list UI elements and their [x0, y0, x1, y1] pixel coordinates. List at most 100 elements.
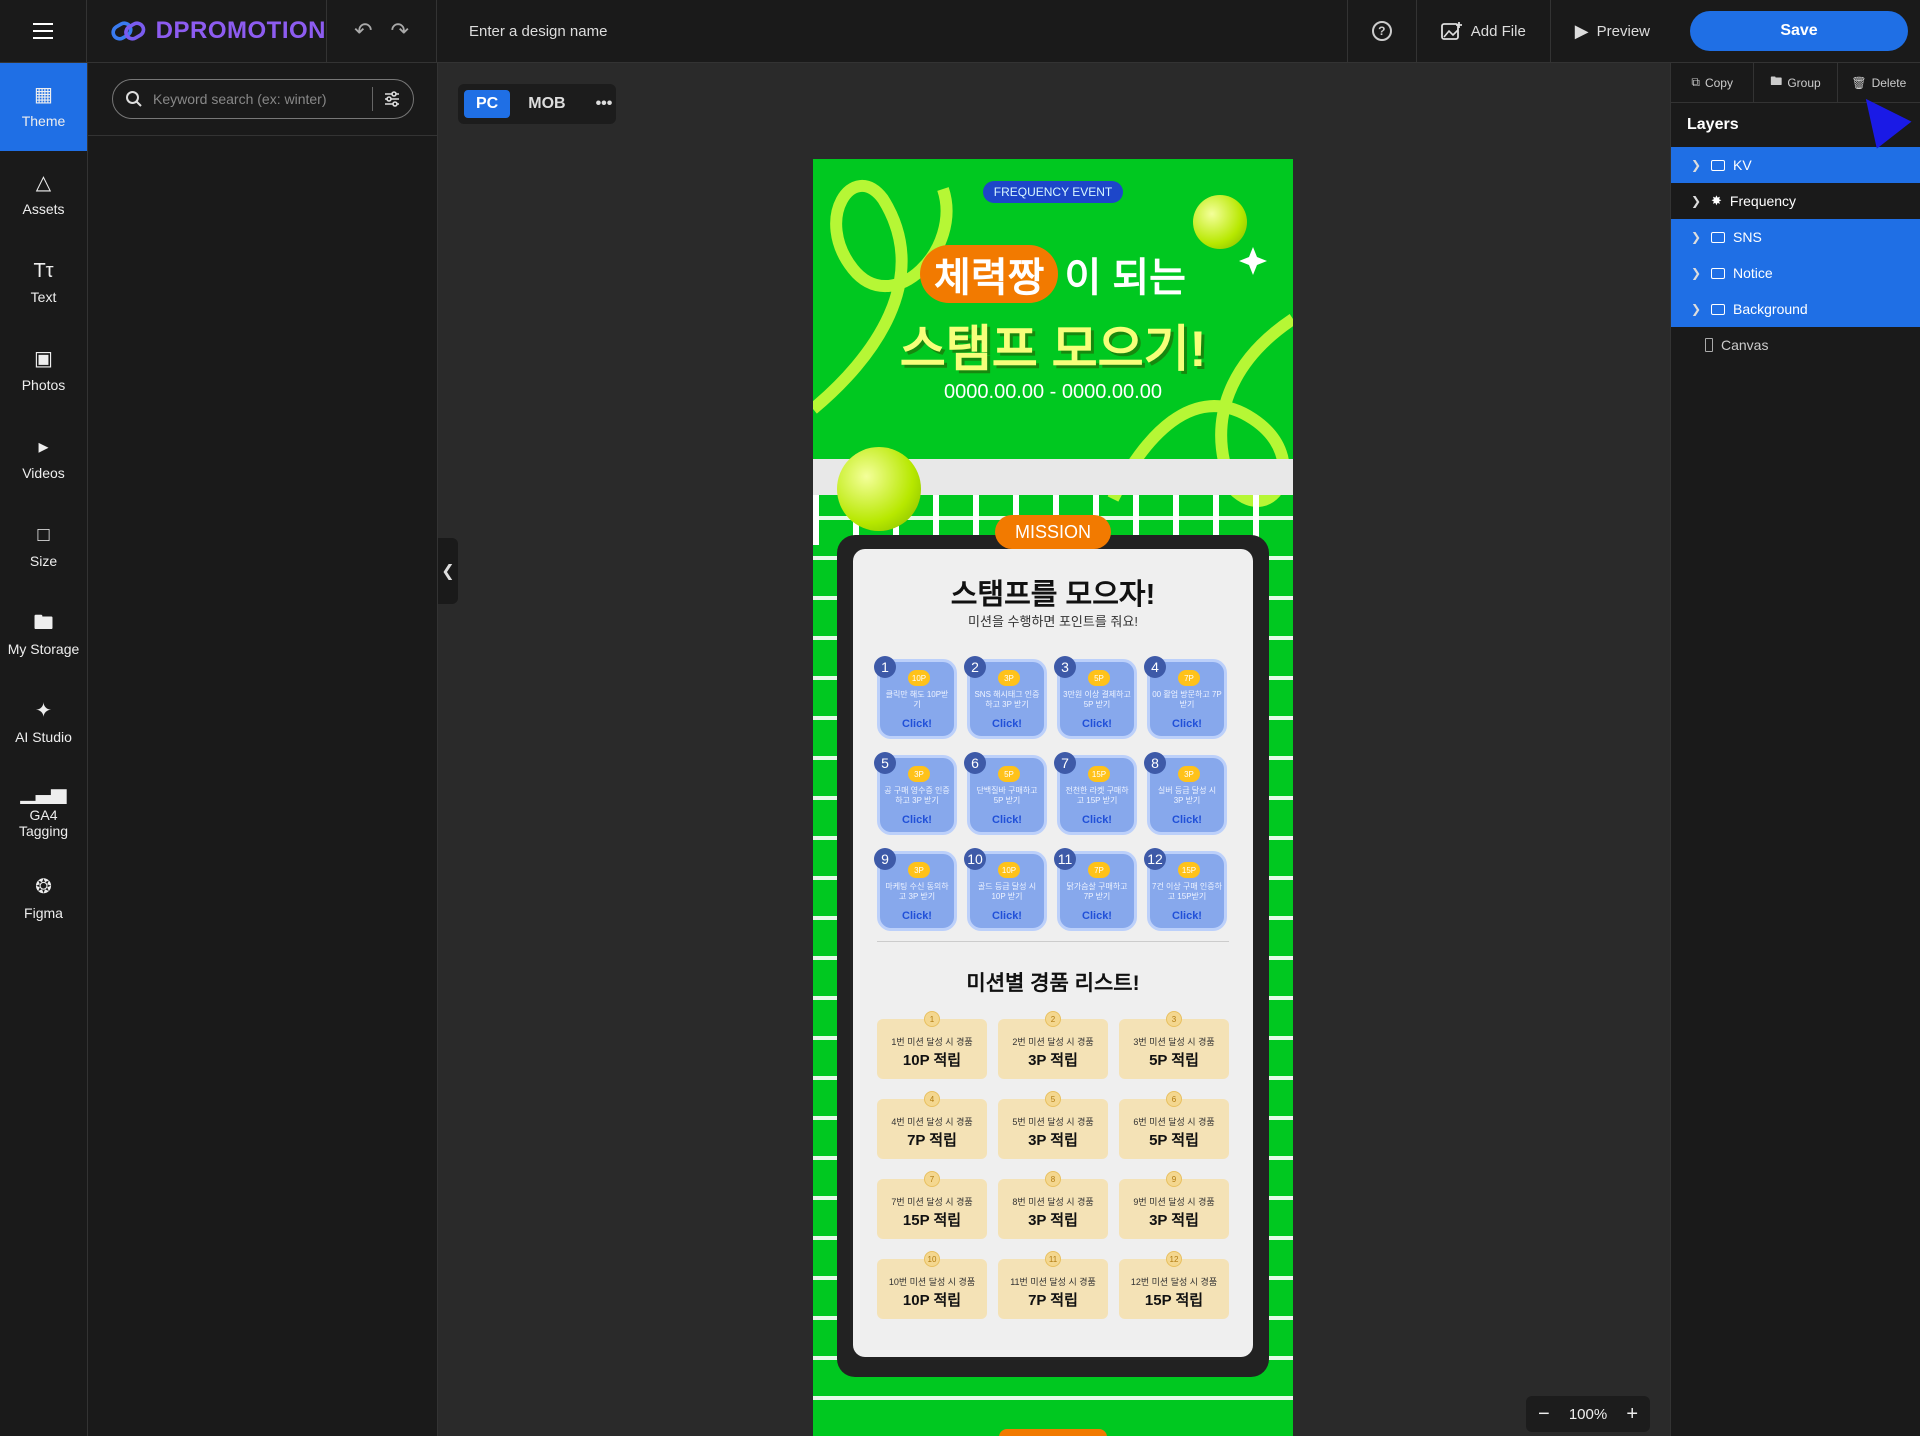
stamp-click-label[interactable]: Click! [880, 814, 954, 826]
prize-condition: 2번 미션 달성 시 경품 [1012, 1037, 1094, 1047]
prize-number: 5 [1045, 1091, 1061, 1107]
headline-rest: 이 되는 [1064, 256, 1186, 300]
rail-item-ga4-tagging[interactable]: ▁▃▅ GA4 Tagging [0, 767, 87, 855]
history-controls: ↶ ↷ [327, 0, 437, 63]
prize-card: 12 12번 미션 달성 시 경품 15P 적립 [1119, 1251, 1229, 1319]
search-input[interactable]: Keyword search (ex: winter) [153, 91, 362, 107]
design-name-input[interactable]: Enter a design name [437, 23, 1347, 40]
tennis-ball-left [837, 447, 921, 531]
mission-stamp[interactable]: 7 15P 전천한 라켓 구매하고 15P 받기 Click! [1054, 752, 1137, 835]
prize-condition: 7번 미션 달성 시 경품 [891, 1197, 973, 1207]
help-circle-icon: ? [1371, 21, 1392, 41]
prize-card: 2 2번 미션 달성 시 경품 3P 적립 [998, 1011, 1108, 1079]
stamp-points: 15P [1088, 766, 1110, 782]
design-canvas[interactable]: FREQUENCY EVENT 체력짱 이 되는 스탬프 모으기! 0000.00… [813, 159, 1293, 1436]
device-mob-button[interactable]: MOB [516, 90, 577, 118]
stamp-click-label[interactable]: Click! [1060, 814, 1134, 826]
prize-number: 6 [1166, 1091, 1182, 1107]
rail-item-size[interactable]: □ Size [0, 503, 87, 591]
stamp-click-label[interactable]: Click! [1060, 718, 1134, 730]
more-options-icon[interactable]: ••• [584, 90, 625, 118]
mission-stamp[interactable]: 10 10P 골드 등급 달성 시 10P 받기 Click! [964, 848, 1047, 931]
prize-card: 8 8번 미션 달성 시 경품 3P 적립 [998, 1171, 1108, 1239]
stamp-click-label[interactable]: Click! [1150, 814, 1224, 826]
mission-stamp[interactable]: 4 7P 00 활업 방문하고 7P 받기 Click! [1144, 656, 1227, 739]
rail-item-photos[interactable]: ▣ Photos [0, 327, 87, 415]
rail-item-ai-studio[interactable]: ✦ AI Studio [0, 679, 87, 767]
prize-number: 11 [1045, 1251, 1061, 1267]
chevron-right-icon[interactable]: ❯ [1691, 302, 1703, 316]
layer-notice[interactable]: ❯ Notice [1671, 255, 1920, 291]
chevron-right-icon[interactable]: ❯ [1691, 230, 1703, 244]
zoom-in-icon[interactable]: + [1626, 1403, 1638, 1426]
event-badge: FREQUENCY EVENT [983, 181, 1123, 203]
redo-icon[interactable]: ↷ [391, 18, 409, 44]
stamp-click-label[interactable]: Click! [1150, 718, 1224, 730]
rail-item-figma[interactable]: ❂ Figma [0, 855, 87, 943]
prize-reward: 15P 적립 [1144, 1292, 1204, 1309]
help-button[interactable]: ? [1346, 0, 1416, 63]
add-file-button[interactable]: Add File [1415, 0, 1550, 63]
filter-icon[interactable] [383, 90, 401, 108]
stamp-click-label[interactable]: Click! [970, 910, 1044, 922]
mission-stamp[interactable]: 11 7P 닭가슴살 구매하고 7P 받기 Click! [1054, 848, 1137, 931]
prize-condition: 11번 미션 달성 시 경품 [1010, 1277, 1096, 1287]
group-button[interactable]: 🖿 Group [1754, 63, 1838, 102]
menu-button[interactable] [0, 0, 87, 63]
save-button[interactable]: Save [1690, 11, 1908, 51]
stamp-points: 10P [908, 670, 930, 686]
undo-icon[interactable]: ↶ [354, 18, 372, 44]
chevron-right-icon[interactable]: ❯ [1691, 158, 1703, 172]
folder-icon: 🖿 [1770, 74, 1783, 88]
prize-card: 7 7번 미션 달성 시 경품 15P 적립 [877, 1171, 987, 1239]
stamp-number: 7 [1054, 752, 1076, 774]
prize-card: 11 11번 미션 달성 시 경품 7P 적립 [998, 1251, 1108, 1319]
preview-button[interactable]: ▶ Preview [1549, 0, 1674, 63]
layer-background[interactable]: ❯ Background [1671, 291, 1920, 327]
mission-stamp[interactable]: 9 3P 마케팅 수신 동의하고 3P 받기 Click! [874, 848, 957, 931]
stamp-click-label[interactable]: Click! [880, 718, 954, 730]
layer-canvas[interactable]: Canvas [1671, 327, 1920, 363]
layer-frequency[interactable]: ❯ ✸ Frequency [1671, 183, 1920, 219]
tennis-ball-top [1193, 195, 1247, 249]
mission-stamp[interactable]: 2 3P SNS 해시태그 인증하고 3P 받기 Click! [964, 656, 1047, 739]
prize-condition: 12번 미션 달성 시 경품 [1130, 1277, 1218, 1287]
rail-item-assets[interactable]: △ Assets [0, 151, 87, 239]
rail-item-text[interactable]: Tτ Text [0, 239, 87, 327]
layer-label: Canvas [1721, 337, 1769, 353]
layer-sns[interactable]: ❯ SNS [1671, 219, 1920, 255]
prize-reward: 5P 적립 [1149, 1132, 1199, 1149]
mission-stamp[interactable]: 8 3P 실버 등급 달성 시 3P 받기 Click! [1144, 752, 1227, 835]
stamp-points: 5P [1088, 670, 1110, 686]
chevron-right-icon[interactable]: ❯ [1691, 266, 1703, 280]
mission-stamp[interactable]: 5 3P 공 구매 영수증 인증하고 3P 받기 Click! [874, 752, 957, 835]
stamp-click-label[interactable]: Click! [1150, 910, 1224, 922]
prize-card: 5 5번 미션 달성 시 경품 3P 적립 [998, 1091, 1108, 1159]
search-box[interactable]: Keyword search (ex: winter) [112, 79, 414, 119]
stamp-description: 3만원 이상 결제하고 5P 받기 [1063, 690, 1131, 709]
copy-button[interactable]: ⧉ Copy [1671, 63, 1755, 102]
stamp-description: 클릭만 해도 10P받기 [885, 690, 949, 709]
prize-card: 10 10번 미션 달성 시 경품 10P 적립 [877, 1251, 987, 1319]
chevron-right-icon[interactable]: ❯ [1691, 194, 1703, 208]
preview-label: Preview [1596, 22, 1650, 40]
stamp-click-label[interactable]: Click! [880, 910, 954, 922]
prize-condition: 9번 미션 달성 시 경품 [1133, 1197, 1215, 1207]
rail-item-videos[interactable]: ▸ Videos [0, 415, 87, 503]
search-divider [372, 87, 373, 111]
mission-stamp[interactable]: 3 5P 3만원 이상 결제하고 5P 받기 Click! [1054, 656, 1137, 739]
rail-item-theme[interactable]: ▦ Theme [0, 63, 87, 151]
mission-stamp[interactable]: 1 10P 클릭만 해도 10P받기 Click! [874, 656, 957, 739]
logo-icon [111, 21, 146, 41]
mission-stamp[interactable]: 12 15P 7건 이상 구매 인증하고 15P받기 Click! [1144, 848, 1227, 931]
mission-stamp[interactable]: 6 5P 단백질바 구매하고 5P 받기 Click! [964, 752, 1047, 835]
stamp-click-label[interactable]: Click! [1060, 910, 1134, 922]
zoom-out-icon[interactable]: − [1538, 1403, 1550, 1426]
rail-item-my-storage[interactable]: 🖿 My Storage [0, 591, 87, 679]
device-pc-button[interactable]: PC [464, 90, 511, 118]
layer-kv[interactable]: ❯ KV [1671, 147, 1920, 183]
stamp-click-label[interactable]: Click! [970, 814, 1044, 826]
collapse-panel-button[interactable]: ❮ [438, 538, 458, 604]
stamp-click-label[interactable]: Click! [970, 718, 1044, 730]
stamp-description: 닭가슴살 구매하고 7P 받기 [1066, 882, 1128, 901]
